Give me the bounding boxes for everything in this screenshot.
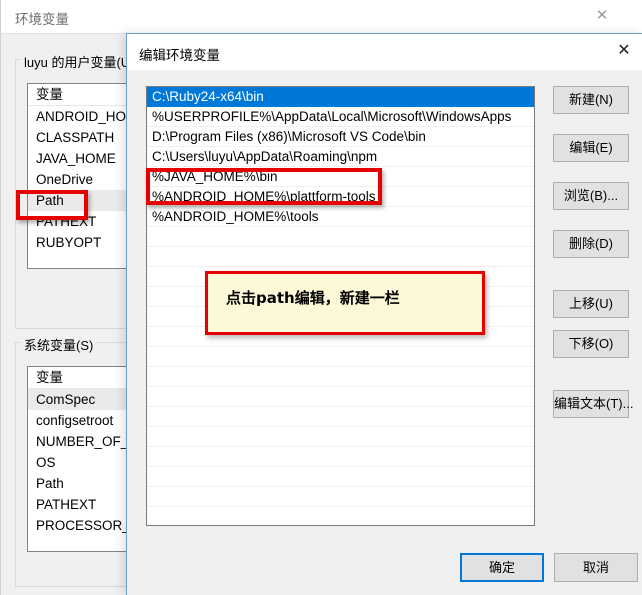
path-list-empty-row[interactable] <box>147 407 534 427</box>
ok-button[interactable]: 确定 <box>460 553 544 582</box>
edit-button[interactable]: 编辑(E) <box>553 134 629 162</box>
background-window-title: 环境变量 <box>15 12 69 27</box>
path-list-item[interactable]: %ANDROID_HOME%\plattform-tools <box>147 187 534 207</box>
background-window-titlebar: 环境变量 ✕ <box>1 0 642 33</box>
path-list-empty-row[interactable] <box>147 387 534 407</box>
path-list-item[interactable]: C:\Users\luyu\AppData\Roaming\npm <box>147 147 534 167</box>
path-list-item[interactable]: D:\Program Files (x86)\Microsoft VS Code… <box>147 127 534 147</box>
cancel-button[interactable]: 取消 <box>554 553 638 582</box>
edit-dialog-title: 编辑环境变量 <box>139 48 220 63</box>
path-list-empty-row[interactable] <box>147 367 534 387</box>
path-list-empty-row[interactable] <box>147 227 534 247</box>
close-icon[interactable]: ✕ <box>609 38 639 64</box>
path-list-empty-row[interactable] <box>147 447 534 467</box>
path-list-empty-row[interactable] <box>147 507 534 525</box>
move-down-button[interactable]: 下移(O) <box>553 330 629 358</box>
path-list-empty-row[interactable] <box>147 467 534 487</box>
annotation-note-box: 点击path编辑，新建一栏 <box>205 271 485 335</box>
path-list-item[interactable]: %ANDROID_HOME%\tools <box>147 207 534 227</box>
path-list-item-java-home[interactable]: %JAVA_HOME%\bin <box>147 167 534 187</box>
path-list-empty-row[interactable] <box>147 247 534 267</box>
annotation-note-text: 点击path编辑，新建一栏 <box>226 289 400 307</box>
system-variables-legend: 系统变量(S) <box>21 335 97 354</box>
edit-dialog-titlebar: 编辑环境变量 ✕ <box>127 34 642 70</box>
path-list-empty-row[interactable] <box>147 487 534 507</box>
new-button[interactable]: 新建(N) <box>553 86 629 114</box>
path-list-empty-row[interactable] <box>147 427 534 447</box>
user-variables-legend: luyu 的用户变量(U) <box>21 52 138 71</box>
browse-button[interactable]: 浏览(B)... <box>553 182 629 210</box>
move-up-button[interactable]: 上移(U) <box>553 290 629 318</box>
close-icon[interactable]: ✕ <box>585 2 619 30</box>
path-list-empty-row[interactable] <box>147 347 534 367</box>
delete-button[interactable]: 删除(D) <box>553 230 629 258</box>
path-list-item[interactable]: %USERPROFILE%\AppData\Local\Microsoft\Wi… <box>147 107 534 127</box>
edit-text-button[interactable]: 编辑文本(T)... <box>553 390 633 418</box>
path-list-item[interactable]: C:\Ruby24-x64\bin <box>147 87 534 107</box>
